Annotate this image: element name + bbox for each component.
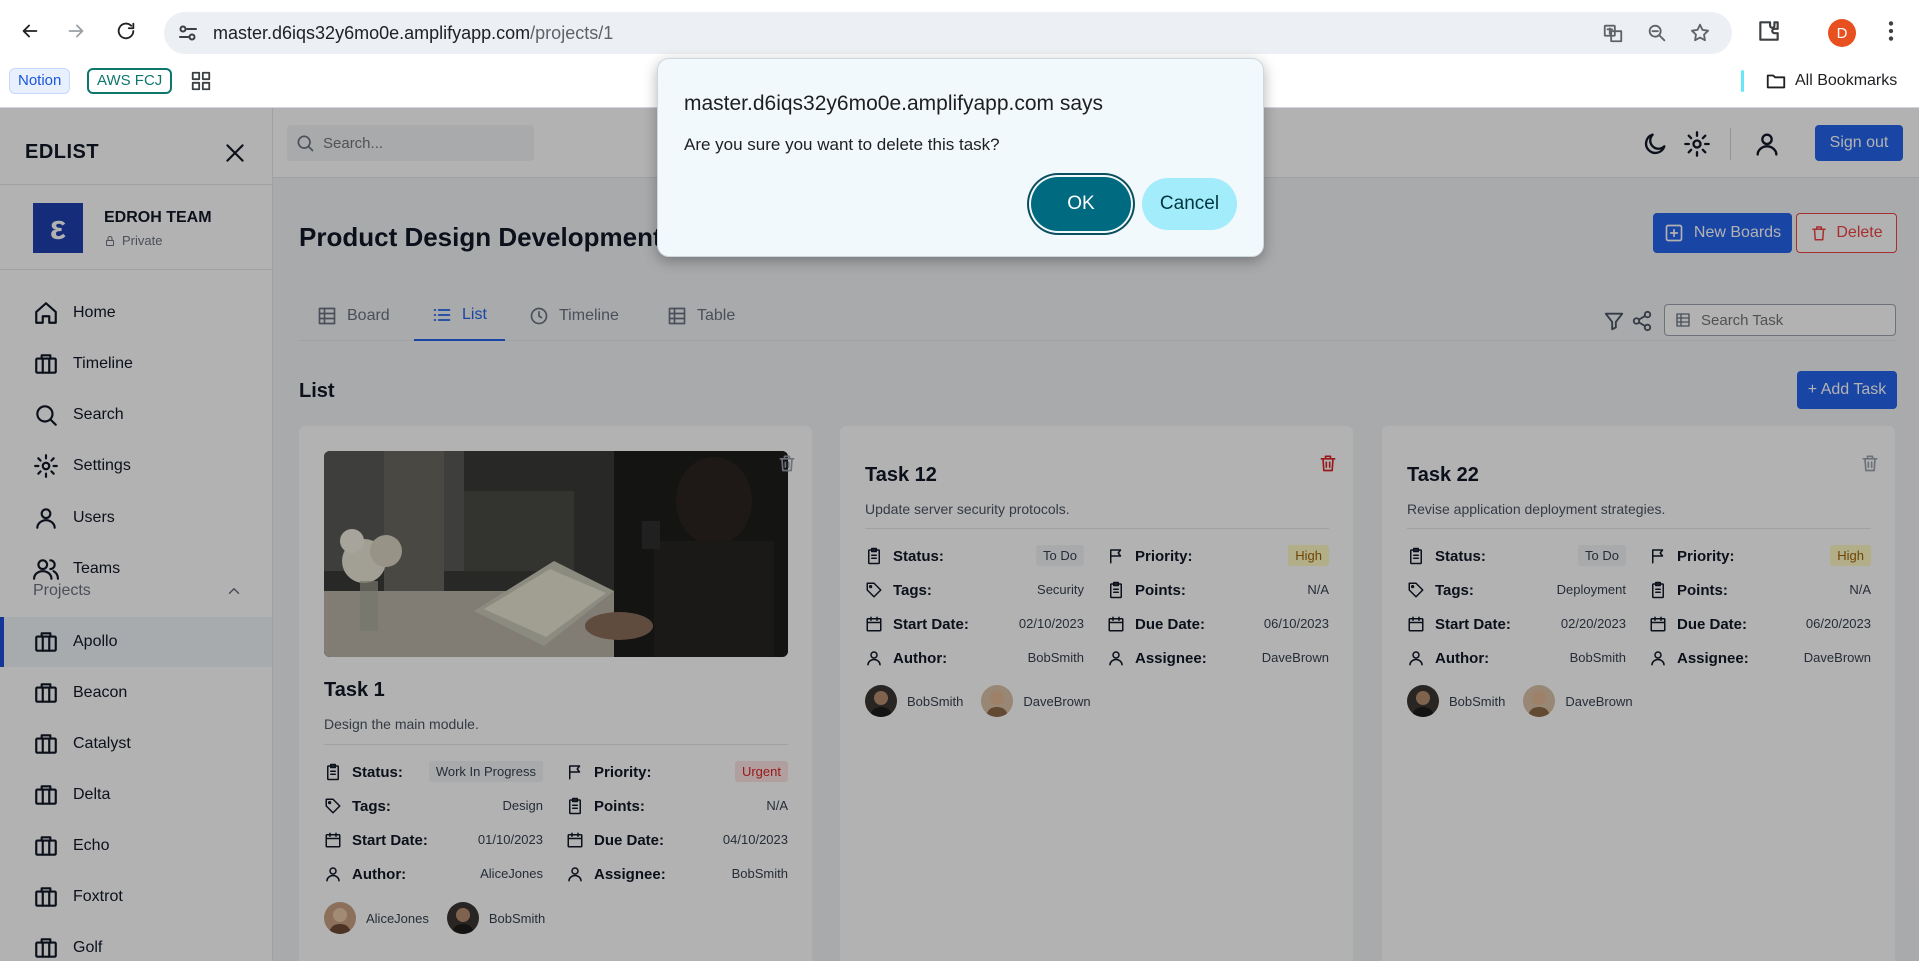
address-bar[interactable]: master.d6iqs32y6mo0e.amplifyapp.com/proj… [164,12,1732,54]
browser-toolbar: master.d6iqs32y6mo0e.amplifyapp.com/proj… [0,6,1919,56]
apps-grid-icon[interactable] [190,70,212,92]
forward-button[interactable] [58,13,94,49]
ok-button[interactable]: OK [1031,177,1131,231]
all-bookmarks[interactable]: All Bookmarks [1765,70,1897,92]
star-icon[interactable] [1689,22,1711,44]
profile-avatar[interactable]: D [1828,19,1856,47]
reload-button[interactable] [108,13,144,49]
zoom-icon[interactable] [1646,22,1668,44]
all-bookmarks-label: All Bookmarks [1795,72,1898,89]
bookmark-aws-fcj[interactable]: AWS FCJ [87,68,173,94]
url-path: /projects/1 [530,23,614,43]
bookmark-separator [1741,70,1744,92]
url-host: master.d6iqs32y6mo0e.amplifyapp.com [213,23,531,43]
more-vertical-icon[interactable] [1878,18,1904,44]
extensions-icon[interactable] [1756,18,1782,44]
dialog-title: master.d6iqs32y6mo0e.amplifyapp.com says [684,92,1104,115]
url-text[interactable]: master.d6iqs32y6mo0e.amplifyapp.com/proj… [213,23,613,44]
folder-icon [1766,74,1786,89]
arrow-right-icon [68,24,84,38]
reload-icon [117,22,135,40]
translate-icon[interactable] [1602,22,1624,44]
cancel-button[interactable]: Cancel [1142,178,1237,230]
site-settings-icon[interactable] [176,21,200,45]
dialog-message: Are you sure you want to delete this tas… [684,135,1000,154]
arrow-left-icon [22,24,38,38]
confirm-dialog: master.d6iqs32y6mo0e.amplifyapp.com says… [657,58,1264,257]
back-button[interactable] [12,13,48,49]
bookmark-notion[interactable]: Notion [9,68,71,94]
